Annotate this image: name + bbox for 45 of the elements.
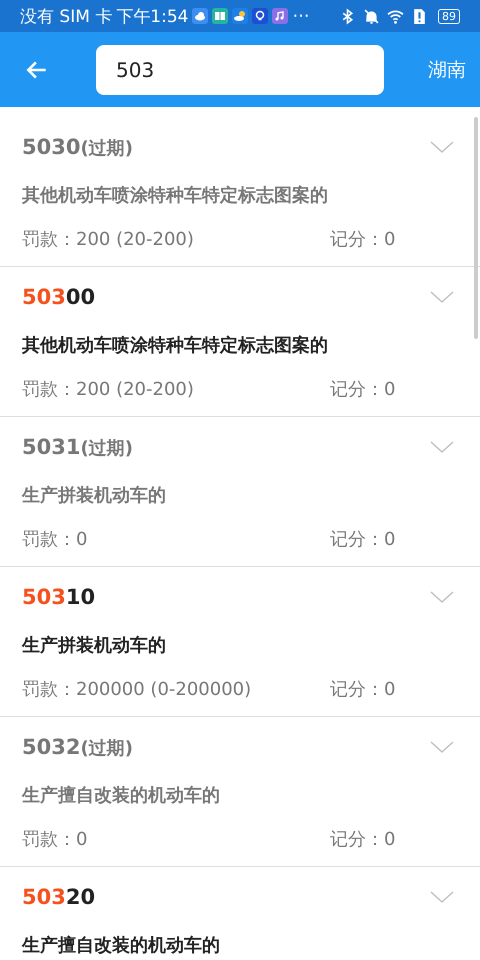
- wifi-icon: [387, 8, 404, 24]
- violation-description: 生产擅自改装的机动车的: [22, 934, 221, 958]
- result-item[interactable]: 50320 生产擅自改装的机动车的: [0, 867, 480, 960]
- violation-code: 50300: [22, 285, 96, 309]
- violation-code: 5032(过期): [22, 734, 133, 760]
- violation-code: 50320: [22, 885, 96, 909]
- result-item[interactable]: 5032(过期) 生产擅自改装的机动车的 罚款：0 记分：0: [0, 717, 480, 867]
- sim-alert-icon: [411, 8, 428, 24]
- search-field[interactable]: 503: [96, 44, 384, 94]
- chevron-down-icon[interactable]: [430, 591, 454, 603]
- violation-code: 5030(过期): [22, 134, 133, 160]
- violation-description: 其他机动车喷涂特种车特定标志图案的: [22, 334, 329, 358]
- fine-text: 罚款：200000 (0-200000): [22, 678, 252, 701]
- chevron-down-icon[interactable]: [430, 891, 454, 903]
- violation-description: 生产拼装机动车的: [22, 634, 167, 658]
- carrier-text: 没有 SIM 卡: [20, 6, 112, 28]
- fine-text: 罚款：0: [22, 528, 88, 551]
- result-item[interactable]: 50310 生产拼装机动车的 罚款：200000 (0-200000) 记分：0: [0, 567, 480, 717]
- violation-code: 5031(过期): [22, 434, 133, 460]
- violation-code: 50310: [22, 585, 96, 609]
- cloud-icon: [192, 8, 208, 24]
- book-icon: [212, 8, 228, 24]
- chevron-down-icon[interactable]: [430, 141, 454, 153]
- points-text: 记分：0: [330, 228, 396, 251]
- fine-text: 罚款：200 (20-200): [22, 378, 195, 401]
- fine-text: 罚款：200 (20-200): [22, 228, 195, 251]
- violation-description: 生产擅自改装的机动车的: [22, 784, 221, 808]
- result-item[interactable]: 5031(过期) 生产拼装机动车的 罚款：0 记分：0: [0, 417, 480, 567]
- chevron-down-icon[interactable]: [430, 291, 454, 303]
- violation-description: 生产拼装机动车的: [22, 484, 167, 508]
- battery-level-text: 89: [438, 8, 460, 24]
- more-text: ⋯: [292, 6, 310, 26]
- music-icon: [272, 8, 288, 24]
- chevron-down-icon[interactable]: [430, 741, 454, 753]
- clock-text: 下午1:54: [116, 6, 188, 28]
- points-text: 记分：0: [330, 828, 396, 851]
- chevron-down-icon[interactable]: [430, 441, 454, 453]
- fine-text: 罚款：0: [22, 828, 88, 851]
- muted-bell-icon: [363, 8, 380, 24]
- points-text: 记分：0: [330, 678, 396, 701]
- points-text: 记分：0: [330, 378, 396, 401]
- bulb-icon: [252, 8, 268, 24]
- points-text: 记分：0: [330, 528, 396, 551]
- violation-description: 其他机动车喷涂特种车特定标志图案的: [22, 184, 329, 208]
- weather-icon: [232, 8, 248, 24]
